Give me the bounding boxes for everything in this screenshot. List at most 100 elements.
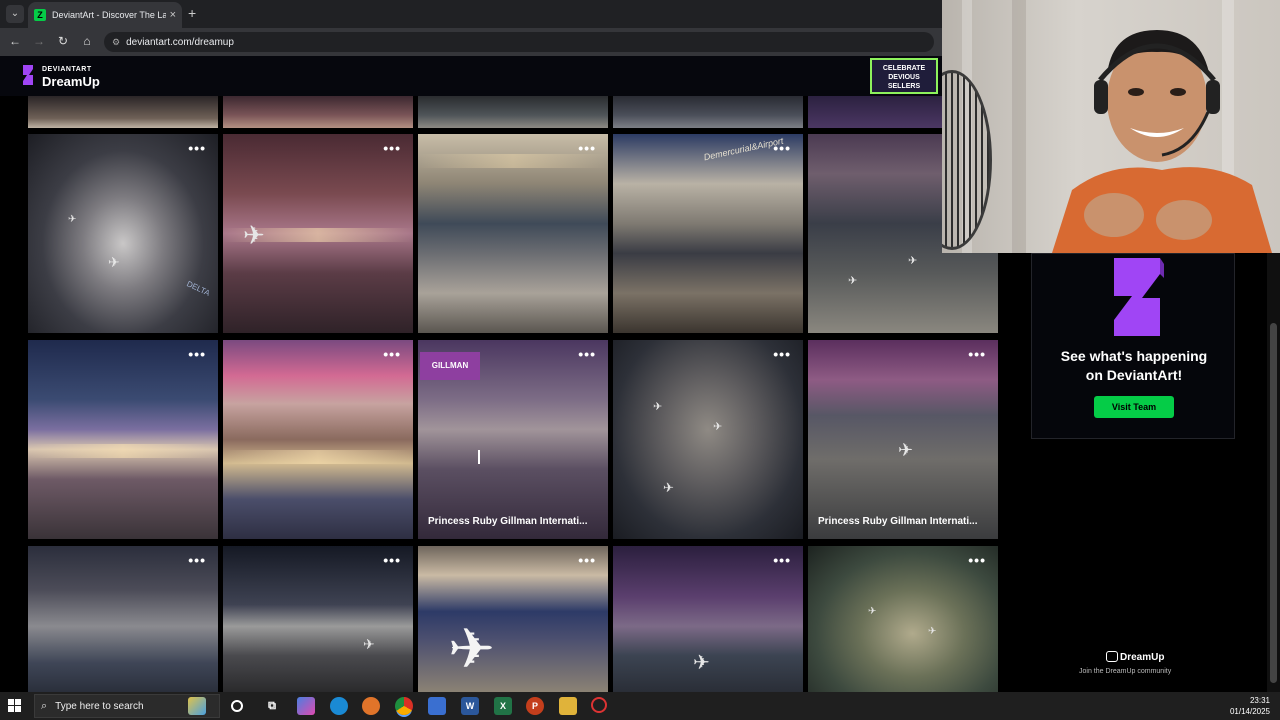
gallery-image-tile[interactable]: ••• ✈ xyxy=(418,546,608,692)
home-icon[interactable]: ⌂ xyxy=(79,34,95,48)
more-options-icon[interactable]: ••• xyxy=(188,553,206,567)
deviantart-logo-icon[interactable] xyxy=(20,65,36,85)
tab-search-icon[interactable]: ⌄ xyxy=(6,5,24,23)
gallery-image-tile[interactable] xyxy=(613,96,803,128)
search-placeholder: Type here to search xyxy=(55,700,144,712)
airplane-graphic: ✈ xyxy=(663,480,674,495)
more-options-icon[interactable]: ••• xyxy=(383,347,401,361)
gallery-image-tile[interactable] xyxy=(418,96,608,128)
copilot-icon[interactable] xyxy=(297,697,315,715)
visit-team-button[interactable]: Visit Team xyxy=(1094,396,1174,418)
gallery-image-tile[interactable]: ••• xyxy=(28,340,218,539)
webcam-overlay xyxy=(942,0,1280,253)
promo-line-3: SELLERS xyxy=(887,83,921,90)
page-scrollbar[interactable] xyxy=(1267,253,1280,692)
url-text: deviantart.com/dreamup xyxy=(126,36,234,48)
community-subtitle: Join the DreamUp community xyxy=(1079,668,1172,675)
image-caption[interactable]: Princess Ruby Gillman Internati... xyxy=(818,516,978,527)
airplane-graphic: ✈ xyxy=(898,440,914,460)
mouse-cursor-icon xyxy=(478,450,488,464)
gallery-image-tile[interactable]: ••• ✈ xyxy=(613,546,803,692)
more-options-icon[interactable]: ••• xyxy=(383,553,401,567)
gallery-image-tile[interactable]: ••• xyxy=(223,340,413,539)
powerpoint-icon[interactable]: P xyxy=(526,697,544,715)
dreamup-community-logo[interactable]: DreamUp xyxy=(1106,651,1164,663)
excel-icon[interactable]: X xyxy=(494,697,512,715)
cortana-icon[interactable] xyxy=(231,700,243,712)
gallery-image-tile[interactable] xyxy=(28,96,218,128)
streamer-person xyxy=(1052,30,1272,253)
more-options-icon[interactable]: ••• xyxy=(188,347,206,361)
forward-arrow-icon[interactable]: → xyxy=(31,34,47,48)
system-clock[interactable]: 23:31 01/14/2025 xyxy=(1230,695,1270,717)
curtain-fold xyxy=(1012,0,1026,253)
scrollbar-thumb[interactable] xyxy=(1270,323,1277,683)
more-options-icon[interactable]: ••• xyxy=(578,347,596,361)
more-options-icon[interactable]: ••• xyxy=(968,553,986,567)
site-info-icon[interactable]: ⚙ xyxy=(112,37,120,48)
airplane-graphic: ✈ xyxy=(848,275,858,287)
brand-small-text: DEVIANTART xyxy=(42,66,92,73)
airplane-graphic: ✈ xyxy=(713,421,723,433)
airplane-graphic: ✈ xyxy=(653,401,663,413)
headline-line-1: See what's happening xyxy=(1060,348,1208,364)
gallery-image-tile[interactable]: ••• xyxy=(418,134,608,333)
deviantart-logo-icon xyxy=(1114,258,1164,336)
browser-toolbar: ← → ↻ ⌂ ⚙ deviantart.com/dreamup xyxy=(0,28,942,56)
airplane-graphic: ✈ xyxy=(908,255,918,267)
more-options-icon[interactable]: ••• xyxy=(383,141,401,155)
clock-time: 23:31 xyxy=(1249,696,1270,705)
more-options-icon[interactable]: ••• xyxy=(773,347,791,361)
widgets-icon[interactable] xyxy=(188,697,206,715)
chrome-icon[interactable] xyxy=(395,697,413,715)
dreamup-title[interactable]: DreamUp xyxy=(42,74,100,89)
image-caption[interactable]: Princess Ruby Gillman Internati... xyxy=(428,516,588,527)
electric-fan xyxy=(942,70,992,250)
gallery-image-tile[interactable]: ••• ✈ ✈ xyxy=(808,546,998,692)
promo-line-1: CELEBRATE xyxy=(882,65,926,72)
headline-line-2: on DeviantArt! xyxy=(1085,367,1183,383)
gallery-image-tile[interactable]: ••• xyxy=(28,546,218,692)
more-options-icon[interactable]: ••• xyxy=(773,553,791,567)
gallery-image-tile[interactable]: ••• Demercurial&Airport xyxy=(613,134,803,333)
search-icon: ⌕ xyxy=(41,699,48,712)
windows-taskbar: ⌕ Type here to search ⧉ W X P 23:31 01/1… xyxy=(0,692,1280,720)
file-manager-icon[interactable] xyxy=(428,697,446,715)
new-tab-button[interactable]: + xyxy=(188,5,196,21)
task-view-icon[interactable]: ⧉ xyxy=(263,697,281,715)
windows-start-icon[interactable] xyxy=(8,699,22,713)
more-options-icon[interactable]: ••• xyxy=(188,141,206,155)
terminal-sign: Demercurial&Airport xyxy=(702,135,785,163)
terminal-banner: GILLMAN xyxy=(420,352,480,380)
back-arrow-icon[interactable]: ← xyxy=(7,34,23,48)
gallery-image-tile[interactable]: ••• ✈ ✈ ✈ xyxy=(613,340,803,539)
folder-icon[interactable] xyxy=(559,697,577,715)
gallery-image-tile[interactable]: ••• ✈ xyxy=(223,546,413,692)
light-strip xyxy=(223,450,413,464)
edge-browser-icon[interactable] xyxy=(330,697,348,715)
airplane-graphic: ✈ xyxy=(243,220,265,250)
tail-text: DELTA xyxy=(185,279,212,298)
more-options-icon[interactable]: ••• xyxy=(578,553,596,567)
tab-title: DeviantArt - Discover The Larg xyxy=(52,10,166,20)
airplane-graphic: ✈ xyxy=(448,617,495,680)
close-tab-icon[interactable]: × xyxy=(170,9,176,21)
gallery-image-tile[interactable]: ••• ✈ Princess Ruby Gillman Internati... xyxy=(808,340,998,539)
firefox-icon[interactable] xyxy=(362,697,380,715)
gallery-image-tile[interactable]: ••• ✈ ✈ DELTA xyxy=(28,134,218,333)
airplane-graphic: ✈ xyxy=(108,254,120,270)
gallery-image-tile[interactable] xyxy=(223,96,413,128)
recorder-icon[interactable] xyxy=(591,697,607,713)
more-options-icon[interactable]: ••• xyxy=(968,347,986,361)
gallery-image-tile[interactable]: ••• ✈ xyxy=(223,134,413,333)
gallery-image-tile[interactable]: ••• GILLMAN Princess Ruby Gillman Intern… xyxy=(418,340,608,539)
community-logo-text: DreamUp xyxy=(1120,652,1165,663)
address-bar[interactable]: ⚙ deviantart.com/dreamup xyxy=(104,32,934,52)
celebrate-sellers-banner[interactable]: CELEBRATE DEVIOUS SELLERS xyxy=(870,58,938,94)
browser-tab-strip: ⌄ Z DeviantArt - Discover The Larg × + xyxy=(0,0,942,28)
reload-icon[interactable]: ↻ xyxy=(55,34,71,48)
more-options-icon[interactable]: ••• xyxy=(578,141,596,155)
word-icon[interactable]: W xyxy=(461,697,479,715)
airplane-graphic: ✈ xyxy=(693,652,710,674)
browser-tab[interactable]: Z DeviantArt - Discover The Larg × xyxy=(28,2,182,28)
